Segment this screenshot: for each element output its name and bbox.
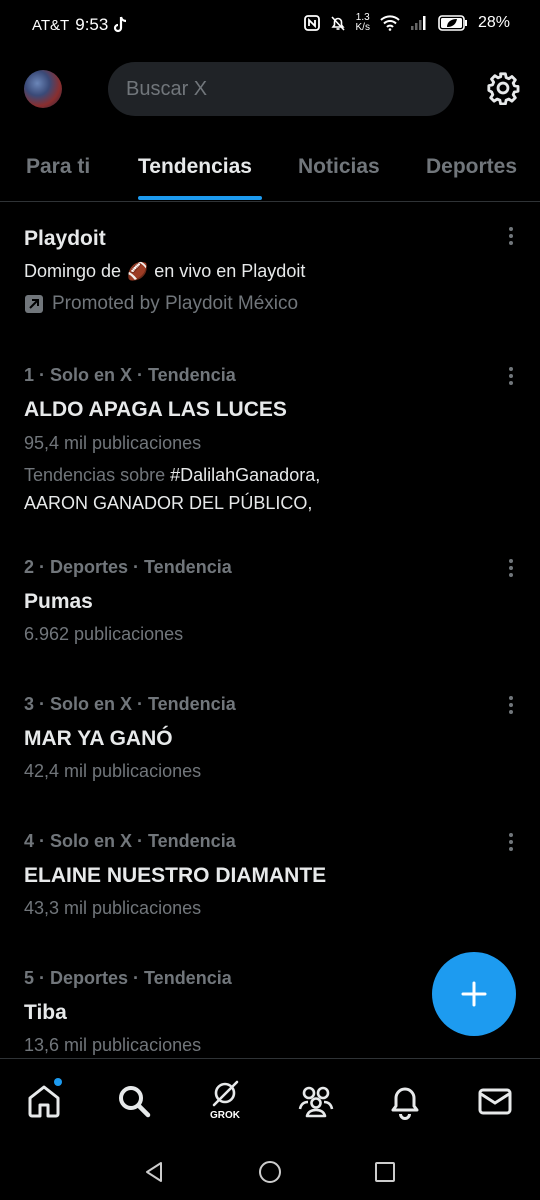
nav-search[interactable] [114,1081,154,1121]
promoted-title: Playdoit [24,227,106,250]
communities-icon [298,1086,334,1118]
nav-notifications[interactable] [385,1081,425,1121]
search-icon [119,1086,151,1118]
back-icon[interactable] [142,1160,166,1184]
search-input[interactable] [126,77,454,101]
more-options-icon[interactable] [506,696,516,718]
plus-icon [461,981,487,1007]
search-bar[interactable] [108,62,454,116]
trend-post-count: 95,4 mil publicaciones [24,433,202,453]
carrier-label: AT&T [32,16,70,34]
mute-icon [330,15,345,31]
promoted-subtitle-end: en vivo en Playdoit [154,261,306,281]
related-hashtag[interactable]: #DalilahGanadora, [170,465,320,485]
tab-para-ti[interactable]: Para ti [26,155,90,179]
network-speed: 1.3 K/s [356,13,370,33]
wifi-icon [380,15,400,31]
more-options-icon[interactable] [506,559,516,581]
nfc-icon [303,15,320,31]
speed-unit: K/s [355,22,370,33]
top-header [0,60,540,120]
battery-icon [438,15,467,31]
trend-meta: 1 · Solo en X · Tendencia [24,365,236,385]
clock: 9:53 [75,15,109,34]
tiktok-icon [114,16,127,33]
trend-post-count: 6.962 publicaciones [24,624,184,644]
trend-meta: 3 · Solo en X · Tendencia [24,694,236,714]
nav-communities[interactable] [296,1081,336,1121]
trend-item[interactable]: 2 · Deportes · Tendencia Pumas 6.962 pub… [0,543,540,680]
trend-post-count: 42,4 mil publicaciones [24,761,202,781]
trend-title: MAR YA GANÓ [24,727,173,750]
active-tab-indicator [138,196,262,200]
grok-label: GROK [210,1110,240,1121]
tab-deportes[interactable]: Deportes [426,155,517,179]
trend-post-count: 43,3 mil publicaciones [24,898,202,918]
recents-icon[interactable] [373,1160,397,1184]
home-circle-icon[interactable] [258,1160,282,1184]
promoted-trend[interactable]: Playdoit Domingo de 🏈 en vivo en Playdoi… [0,203,540,343]
more-options-icon[interactable] [506,833,516,855]
grok-icon [212,1080,239,1107]
related-prefix: Tendencias sobre [24,465,166,485]
nav-messages[interactable] [475,1081,515,1121]
bottom-nav: GROK [0,1058,540,1142]
tab-noticias[interactable]: Noticias [298,155,380,179]
tab-bar: Para ti Tendencias Noticias Deportes [0,140,540,202]
football-icon: 🏈 [127,261,149,281]
related-line-2[interactable]: AARON GANADOR DEL PÚBLICO, [24,493,312,514]
more-options-icon[interactable] [506,227,516,249]
trend-item[interactable]: 4 · Solo en X · Tendencia ELAINE NUESTRO… [0,817,540,954]
compose-post-button[interactable] [432,952,516,1036]
status-bar: AT&T 9:53 1.3 K/s 28% [0,0,540,52]
trend-title: ELAINE NUESTRO DIAMANTE [24,864,327,887]
promoted-by-text: Promoted by Playdoit México [52,293,299,314]
trend-item[interactable]: 1 · Solo en X · Tendencia ALDO APAGA LAS… [0,343,540,543]
promoted-subtitle-start: Domingo de [24,261,122,281]
avatar[interactable] [24,70,62,108]
signal-icon [410,16,426,30]
system-nav-bar [0,1142,540,1200]
trend-meta: 2 · Deportes · Tendencia [24,557,232,577]
bell-icon [391,1087,419,1120]
trend-title: ALDO APAGA LAS LUCES [24,398,287,421]
trend-title: Tiba [24,1001,67,1024]
trend-item[interactable]: 3 · Solo en X · Tendencia MAR YA GANÓ 42… [0,680,540,817]
trend-post-count: 13,6 mil publicaciones [24,1035,202,1055]
more-options-icon[interactable] [506,367,516,389]
promoted-subtitle: Domingo de 🏈 en vivo en Playdoit [24,261,305,282]
mail-icon [478,1088,512,1115]
promoted-label: Promoted by Playdoit México [24,293,298,315]
home-icon [28,1085,60,1118]
nav-home[interactable] [24,1078,64,1121]
promoted-arrow-icon [25,295,43,313]
trend-meta: 5 · Deportes · Tendencia [24,968,232,988]
home-notification-dot [54,1078,62,1086]
trend-meta: 4 · Solo en X · Tendencia [24,831,236,851]
trend-related: Tendencias sobre #DalilahGanadora, [24,465,320,486]
gear-icon[interactable] [486,71,520,105]
trend-title: Pumas [24,590,93,613]
battery-percent: 28% [477,14,510,31]
tab-tendencias[interactable]: Tendencias [138,155,252,179]
nav-grok[interactable]: GROK [205,1080,245,1121]
